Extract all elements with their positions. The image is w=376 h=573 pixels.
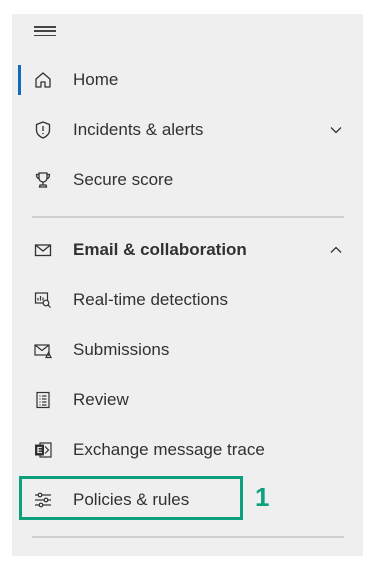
- nav-item-label: Incidents & alerts: [73, 120, 204, 139]
- navigation-panel: Home Incidents & alerts Secure score Ema…: [12, 14, 363, 556]
- active-indicator: [18, 65, 21, 95]
- nav-item-label: Submissions: [73, 340, 170, 359]
- detections-icon: [32, 289, 54, 311]
- nav-item-real-time-detections[interactable]: Real-time detections: [12, 277, 363, 323]
- nav-item-label: Real-time detections: [73, 290, 228, 309]
- nav-item-submissions[interactable]: Submissions: [12, 327, 363, 373]
- exchange-icon: E: [32, 439, 54, 461]
- nav-item-label: Home: [73, 70, 119, 89]
- section-divider: [32, 536, 344, 538]
- nav-item-incidents-alerts[interactable]: Incidents & alerts: [12, 107, 363, 153]
- trophy-icon: [32, 169, 54, 191]
- nav-item-email-collaboration[interactable]: Email & collaboration: [12, 227, 363, 273]
- callout-number: 1: [255, 482, 270, 512]
- nav-item-label: Exchange message trace: [73, 440, 265, 459]
- nav-item-label: Email & collaboration: [73, 240, 247, 259]
- mail-icon: [32, 239, 54, 261]
- home-icon: [32, 69, 54, 91]
- submissions-icon: [32, 339, 54, 361]
- chevron-up-icon[interactable]: [329, 243, 343, 257]
- nav-item-label: Review: [73, 390, 129, 409]
- nav-item-secure-score[interactable]: Secure score: [12, 157, 363, 203]
- chevron-down-icon[interactable]: [329, 123, 343, 137]
- review-icon: [32, 389, 54, 411]
- nav-item-home[interactable]: Home: [12, 57, 363, 103]
- shield-icon: [32, 119, 54, 141]
- nav-item-review[interactable]: Review: [12, 377, 363, 423]
- hamburger-menu-icon[interactable]: [34, 24, 56, 38]
- nav-item-exchange-message-trace[interactable]: E Exchange message trace: [12, 427, 363, 473]
- nav-item-policies-rules[interactable]: Policies & rules: [12, 477, 363, 523]
- nav-item-label: Secure score: [73, 170, 174, 189]
- svg-text:E: E: [37, 446, 43, 455]
- nav-item-label: Policies & rules: [73, 490, 190, 509]
- section-divider: [32, 216, 344, 218]
- sliders-icon: [32, 489, 54, 511]
